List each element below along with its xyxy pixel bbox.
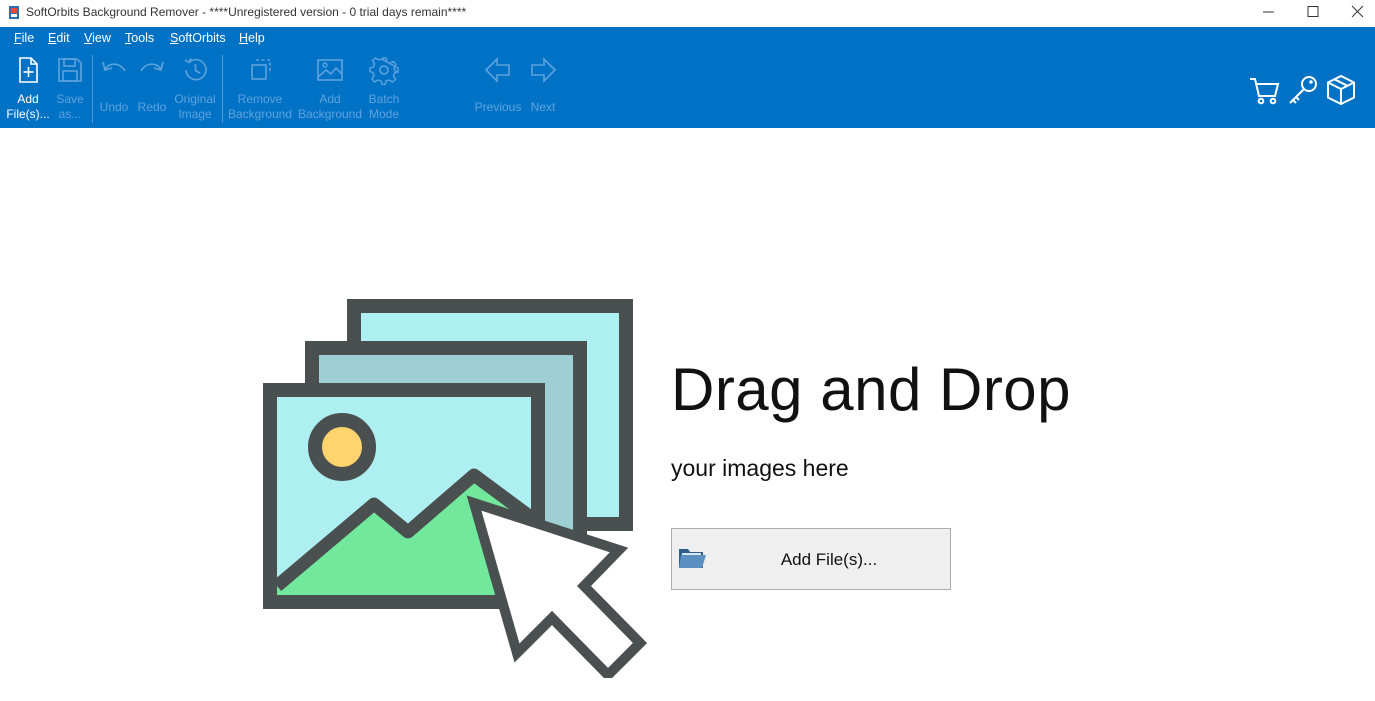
toolbar-separator <box>222 55 223 123</box>
add-background-button[interactable]: Add Background <box>296 53 364 125</box>
cart-icon[interactable] <box>1247 73 1281 107</box>
batch-mode-label: Batch Mode <box>368 92 400 121</box>
menu-view[interactable]: View <box>84 31 111 45</box>
redo-label: Redo <box>137 100 167 114</box>
image-icon <box>317 59 343 81</box>
app-logo-icon <box>9 6 19 19</box>
next-button[interactable]: Next <box>526 53 560 125</box>
remove-background-button[interactable]: Remove Background <box>227 53 293 125</box>
undo-icon <box>102 61 126 72</box>
batch-mode-button[interactable]: Batch Mode <box>364 53 404 125</box>
redo-icon <box>140 61 164 72</box>
menu-edit[interactable]: Edit <box>48 31 70 45</box>
ribbon: File Edit View Tools SoftOrbits Help Add… <box>0 27 1375 128</box>
drop-area[interactable]: Drag and Drop your images here Add File(… <box>0 128 1375 701</box>
title-bar: SoftOrbits Background Remover - ****Unre… <box>0 0 1375 27</box>
history-icon <box>184 58 207 81</box>
redo-button[interactable]: Redo <box>134 53 170 125</box>
maximize-icon[interactable] <box>1290 0 1336 27</box>
previous-button[interactable]: Previous <box>474 53 522 125</box>
previous-label: Previous <box>474 100 522 114</box>
add-files-button[interactable]: Add File(s)... <box>5 53 51 125</box>
undo-button[interactable]: Undo <box>96 53 132 125</box>
gear-icon <box>369 57 399 85</box>
save-as-button[interactable]: Save as... <box>50 53 90 125</box>
add-file-icon <box>19 57 38 83</box>
next-label: Next <box>530 100 556 114</box>
menu-file[interactable]: File <box>14 31 34 45</box>
drag-drop-subline: your images here <box>671 455 849 481</box>
close-icon[interactable] <box>1335 0 1375 27</box>
undo-label: Undo <box>99 100 129 114</box>
minimize-icon[interactable] <box>1245 0 1291 27</box>
add-background-label: Add Background <box>297 92 363 121</box>
save-as-label: Save as... <box>56 92 84 121</box>
menu-softorbits[interactable]: SoftOrbits <box>170 31 226 45</box>
menu-help[interactable]: Help <box>239 31 265 45</box>
save-icon <box>58 58 82 82</box>
add-files-main-label: Add File(s)... <box>780 550 878 569</box>
menu-tools[interactable]: Tools <box>125 31 154 45</box>
arrow-left-icon <box>484 57 510 83</box>
key-icon[interactable] <box>1286 73 1320 107</box>
remove-background-icon <box>251 59 271 80</box>
menu-bar: File Edit View Tools SoftOrbits Help <box>0 27 700 51</box>
add-files-main-button[interactable]: Add File(s)... <box>671 528 951 590</box>
window-title: SoftOrbits Background Remover - ****Unre… <box>26 5 467 19</box>
toolbar-separator <box>92 55 93 123</box>
original-image-button[interactable]: Original Image <box>172 53 218 125</box>
add-files-label: Add File(s)... <box>6 92 50 121</box>
arrow-right-icon <box>531 57 557 83</box>
box-icon[interactable] <box>1324 73 1358 107</box>
drag-drop-headline: Drag and Drop <box>671 356 1072 423</box>
drag-and-drop-illustration <box>263 299 647 678</box>
remove-background-label: Remove Background <box>227 92 293 121</box>
original-image-label: Original Image <box>174 92 216 121</box>
